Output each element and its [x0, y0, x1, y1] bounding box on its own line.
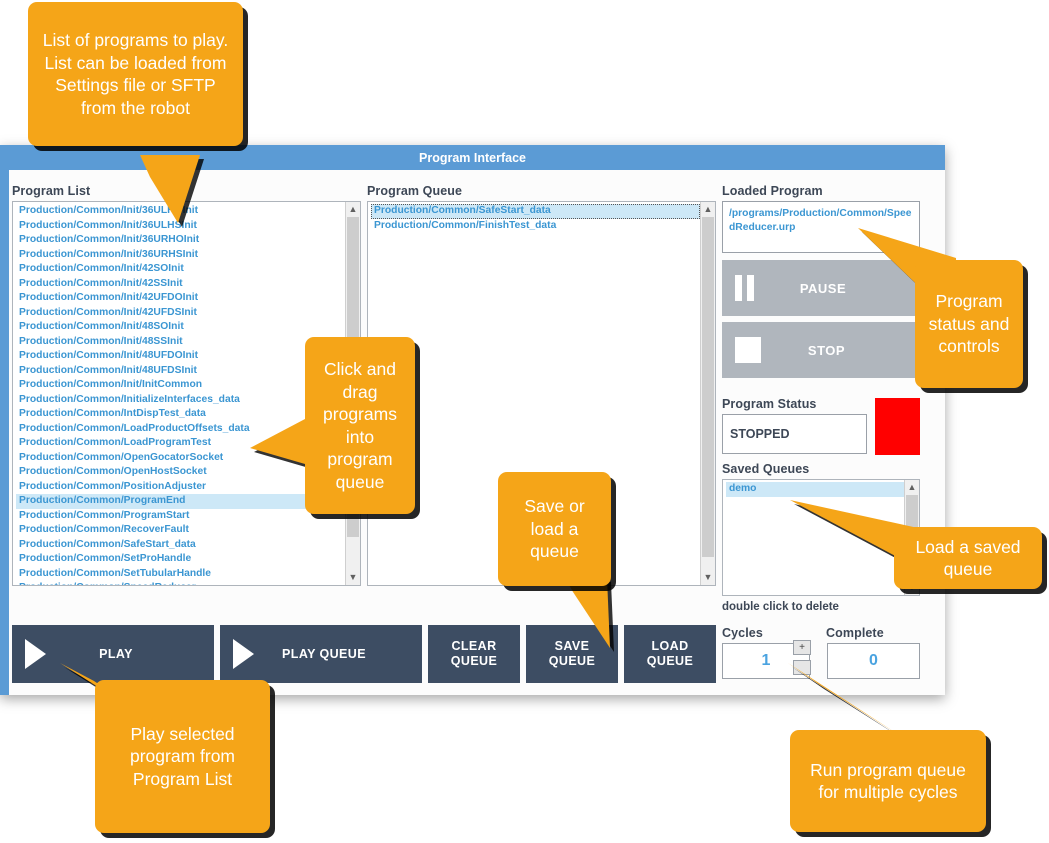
callout-program-list: List of programs to play. List can be lo…	[28, 2, 243, 146]
load-queue-button[interactable]: LOAD QUEUE	[624, 625, 716, 683]
status-indicator-light	[875, 398, 920, 455]
cycles-increment-button[interactable]: +	[793, 640, 811, 655]
scroll-up-icon[interactable]: ▲	[701, 202, 715, 217]
callout-drag: Click and drag programs into program que…	[305, 337, 415, 514]
loaded-program-label: Loaded Program	[722, 184, 823, 198]
callout-save-load: Save or load a queue	[498, 472, 611, 586]
program-queue-label: Program Queue	[367, 184, 463, 198]
stop-button-label: STOP	[807, 342, 846, 358]
list-item[interactable]: Production/Common/Init/36URHSInit	[16, 248, 345, 263]
label-line-2: QUEUE	[450, 654, 498, 668]
pause-icon	[735, 275, 754, 301]
window-title: Program Interface	[419, 150, 526, 165]
scroll-up-icon[interactable]: ▲	[905, 480, 919, 495]
clear-queue-button-label: CLEAR QUEUE	[451, 639, 497, 669]
play-icon	[25, 639, 46, 669]
list-item[interactable]: Production/Common/Init/42SSInit	[16, 277, 345, 292]
list-item[interactable]: Production/Common/SafeStart_data	[371, 204, 700, 219]
list-item[interactable]: demo	[726, 482, 904, 497]
callout-status: Program status and controls	[915, 260, 1023, 388]
scroll-down-icon[interactable]: ▼	[701, 570, 715, 585]
label-line-1: LOAD	[651, 639, 689, 653]
list-item[interactable]: Production/Common/FinishTest_data	[371, 219, 700, 234]
scroll-thumb[interactable]	[702, 217, 714, 557]
clear-queue-button[interactable]: CLEAR QUEUE	[428, 625, 520, 683]
list-item[interactable]: Production/Common/SetProHandle	[16, 552, 345, 567]
program-interface-window: Program Interface Program List Productio…	[0, 145, 945, 695]
list-item[interactable]: Production/Common/Init/42SOInit	[16, 262, 345, 277]
callout-load-saved: Load a saved queue	[894, 527, 1042, 589]
list-item[interactable]: Production/Common/ProgramStart	[16, 509, 345, 524]
list-item[interactable]: Production/Common/ProgramEnd	[16, 494, 345, 509]
callout-cycles: Run program queue for multiple cycles	[790, 730, 986, 832]
program-status-label: Program Status	[722, 397, 817, 411]
list-item[interactable]: Production/Common/RecoverFault	[16, 523, 345, 538]
label-line-2: QUEUE	[646, 654, 694, 668]
label-line-2: QUEUE	[548, 654, 596, 668]
list-item[interactable]: Production/Common/Init/42UFDOInit	[16, 291, 345, 306]
scroll-up-icon[interactable]: ▲	[346, 202, 360, 217]
callout-tail-cycles	[788, 663, 896, 733]
load-queue-button-label: LOAD QUEUE	[647, 639, 693, 669]
list-item[interactable]: Production/Common/Init/42UFDSInit	[16, 306, 345, 321]
callout-play-selected: Play selected program from Program List	[95, 680, 270, 833]
program-list-label: Program List	[12, 184, 91, 198]
cycles-label: Cycles	[722, 626, 763, 640]
list-item[interactable]: Production/Common/Init/36URHOInit	[16, 233, 345, 248]
play-button-label: PLAY	[99, 646, 133, 661]
window-content: Program List Production/Common/Init/36UL…	[9, 170, 945, 695]
list-item[interactable]: Production/Common/Init/48UFDOInit	[16, 349, 345, 364]
list-item[interactable]: Production/Common/Init/48UFDSInit	[16, 364, 345, 379]
stop-button[interactable]: STOP	[722, 322, 920, 378]
window-body: Program List Production/Common/Init/36UL…	[0, 170, 945, 695]
play-icon	[233, 639, 254, 669]
saved-queues-hint: double click to delete	[722, 601, 839, 613]
callout-tail-program-list	[140, 155, 200, 223]
list-item[interactable]: Production/Common/SetTubularHandle	[16, 567, 345, 582]
complete-label: Complete	[826, 626, 884, 640]
list-item[interactable]: Production/Common/Init/48SSInit	[16, 335, 345, 350]
program-queue-scrollbar[interactable]: ▲ ▼	[700, 202, 715, 585]
scroll-down-icon[interactable]: ▼	[346, 570, 360, 585]
play-queue-button-label: PLAY QUEUE	[282, 646, 366, 661]
list-item[interactable]: Production/Common/SafeStart_data	[16, 538, 345, 553]
list-item[interactable]: Production/Common/SpeedReducer	[16, 581, 345, 585]
program-status-value: STOPPED	[722, 414, 867, 454]
list-item[interactable]: Production/Common/Init/48SOInit	[16, 320, 345, 335]
saved-queues-label: Saved Queues	[722, 462, 810, 476]
label-line-1: CLEAR	[451, 639, 497, 653]
callout-tail-save-load	[565, 578, 610, 648]
play-queue-button[interactable]: PLAY QUEUE	[220, 625, 422, 683]
stop-icon	[735, 337, 761, 363]
